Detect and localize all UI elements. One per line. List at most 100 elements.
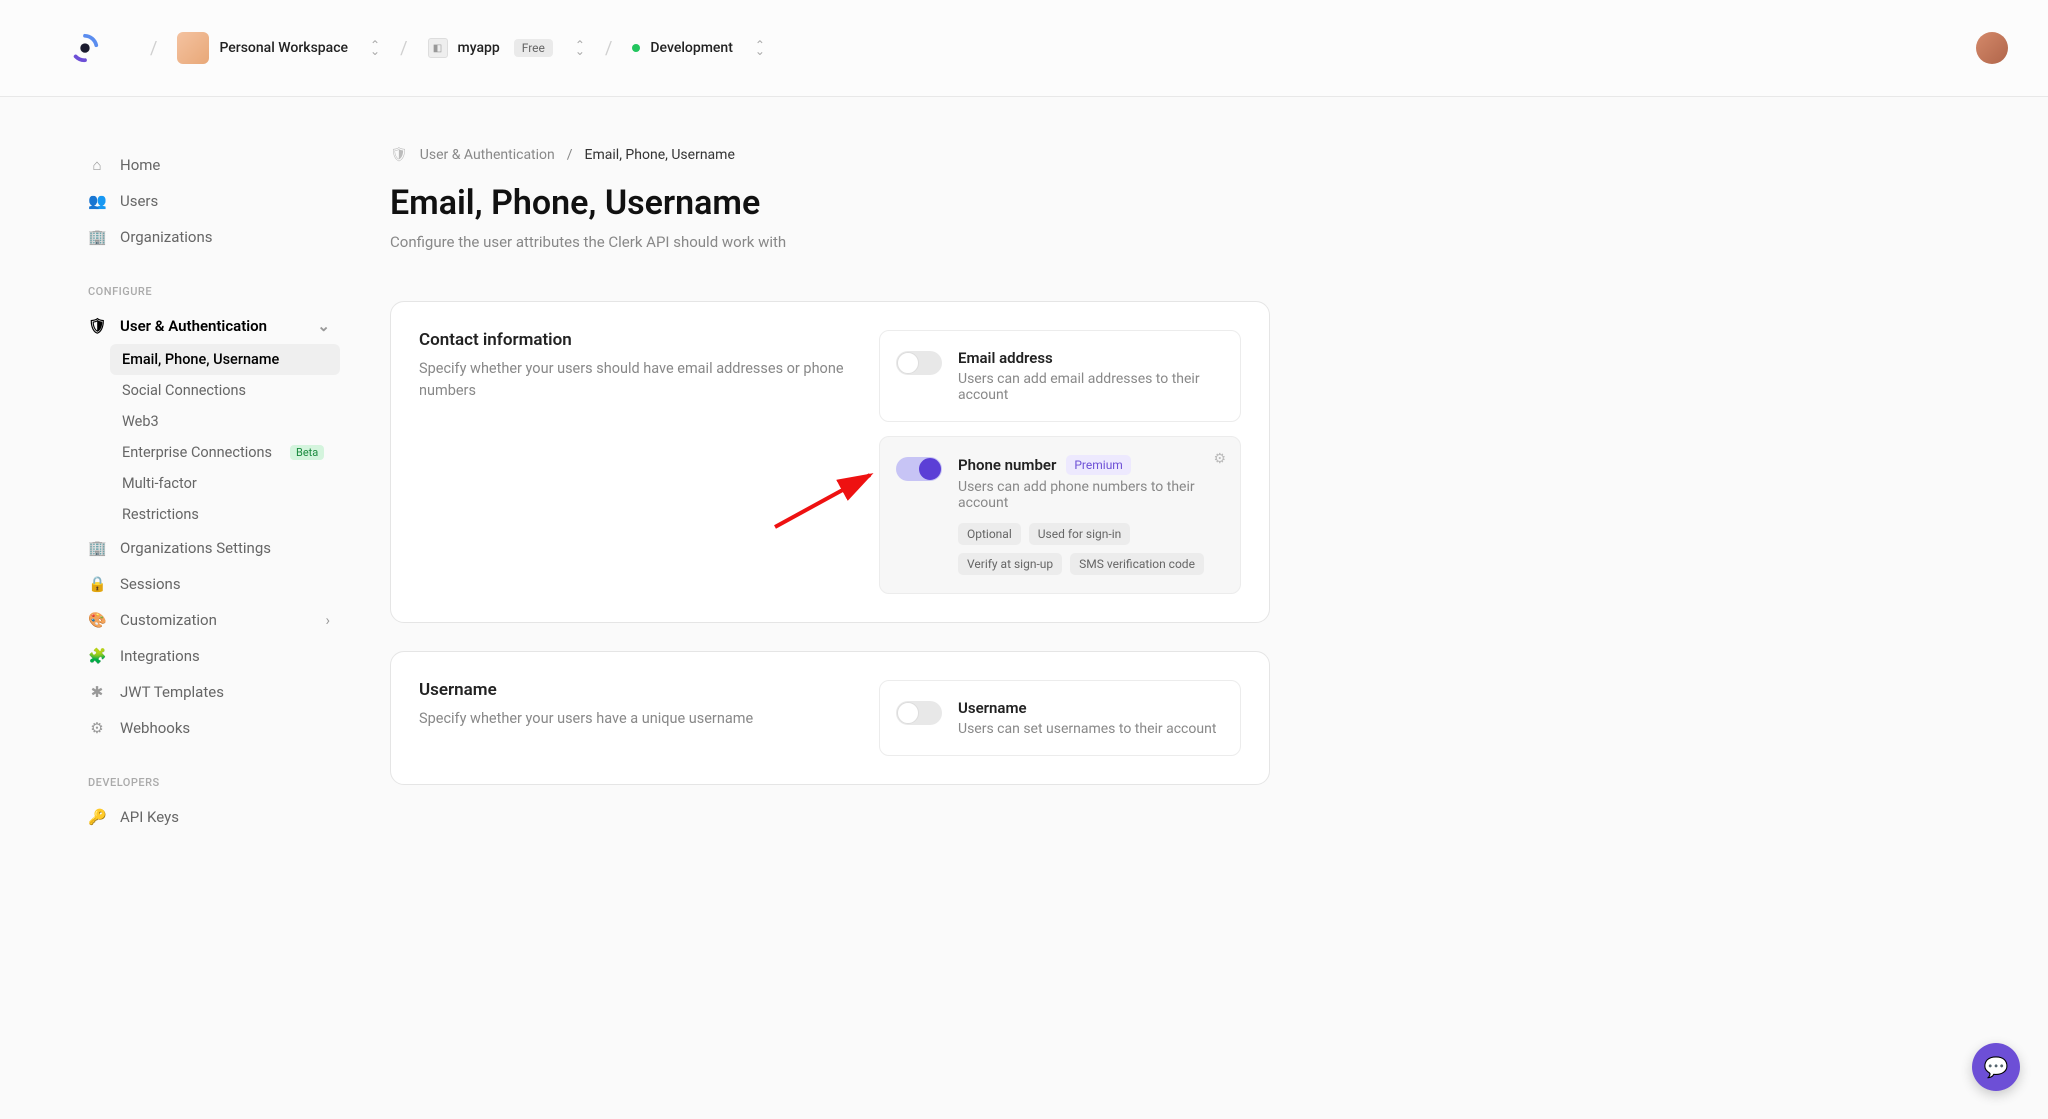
- env-label: Development: [650, 40, 732, 56]
- topbar: / Personal Workspace ⌃⌄ / ◧ myapp Free ⌃…: [0, 0, 2048, 97]
- separator: /: [567, 147, 573, 163]
- sidebar-item-label: Sessions: [120, 575, 181, 593]
- panel-contact-information: Contact information Specify whether your…: [390, 301, 1270, 623]
- sidebar-item-label: Customization: [120, 611, 217, 629]
- separator: /: [400, 38, 407, 59]
- option-tag: Used for sign-in: [1029, 523, 1130, 545]
- chevron-right-icon: ›: [325, 611, 330, 629]
- environment-switcher[interactable]: Development ⌃⌄: [632, 40, 765, 56]
- workspace-label: Personal Workspace: [219, 40, 348, 56]
- sidebar-sub-social-connections[interactable]: Social Connections: [110, 375, 340, 406]
- webhook-icon: ⚙: [88, 719, 106, 737]
- chevron-updown-icon: ⌃⌄: [575, 42, 585, 54]
- workspace-avatar: [177, 32, 209, 64]
- sidebar-item-label: Enterprise Connections: [122, 444, 272, 461]
- app-switcher[interactable]: ◧ myapp Free ⌃⌄: [428, 38, 585, 58]
- key-icon: 🔑: [88, 808, 106, 826]
- users-icon: 👥: [88, 192, 106, 210]
- panel-username: Username Specify whether your users have…: [390, 651, 1270, 785]
- panel-desc: Specify whether your users have a unique…: [419, 708, 849, 730]
- sidebar-item-api-keys[interactable]: 🔑 API Keys: [78, 799, 340, 835]
- option-phone-number: Phone number Premium Users can add phone…: [879, 436, 1241, 594]
- sidebar-item-label: API Keys: [120, 808, 179, 826]
- gear-icon[interactable]: ⚙: [1213, 451, 1226, 467]
- sidebar-heading-configure: CONFIGURE: [78, 285, 340, 308]
- sidebar-item-label: Web3: [122, 413, 159, 430]
- premium-badge: Premium: [1066, 455, 1130, 475]
- toggle-username[interactable]: [896, 701, 942, 725]
- lock-icon: 🔒: [88, 575, 106, 593]
- sidebar-item-label: Webhooks: [120, 719, 190, 737]
- toggle-email-address[interactable]: [896, 351, 942, 375]
- sidebar-item-sessions[interactable]: 🔒 Sessions: [78, 566, 340, 602]
- sidebar-sub-email-phone-username[interactable]: Email, Phone, Username: [110, 344, 340, 375]
- sidebar-heading-developers: DEVELOPERS: [78, 776, 340, 799]
- sidebar-item-jwt-templates[interactable]: ✱ JWT Templates: [78, 674, 340, 710]
- page-title: Email, Phone, Username: [390, 183, 1270, 223]
- plan-badge: Free: [514, 39, 553, 57]
- sidebar-item-users[interactable]: 👥 Users: [78, 183, 340, 219]
- sidebar-item-label: Social Connections: [122, 382, 246, 399]
- sidebar-sub-enterprise-connections[interactable]: Enterprise Connections Beta: [110, 437, 340, 468]
- sidebar-sub-restrictions[interactable]: Restrictions: [110, 499, 340, 530]
- sidebar-item-label: User & Authentication: [120, 317, 267, 335]
- clerk-logo-icon[interactable]: [70, 33, 100, 63]
- sidebar-item-organizations[interactable]: 🏢 Organizations: [78, 219, 340, 255]
- sidebar-item-org-settings[interactable]: 🏢 Organizations Settings: [78, 530, 340, 566]
- building-icon: 🏢: [88, 539, 106, 557]
- panel-title: Contact information: [419, 330, 849, 350]
- page-subtitle: Configure the user attributes the Clerk …: [390, 233, 1270, 251]
- sidebar-sub-multi-factor[interactable]: Multi-factor: [110, 468, 340, 499]
- chevron-updown-icon: ⌃⌄: [755, 42, 765, 54]
- option-title: Username: [958, 699, 1027, 717]
- option-desc: Users can add email addresses to their a…: [958, 371, 1222, 403]
- toggle-phone-number[interactable]: [896, 457, 942, 481]
- option-desc: Users can add phone numbers to their acc…: [958, 479, 1222, 511]
- option-tags: Optional Used for sign-in Verify at sign…: [958, 523, 1222, 575]
- beta-badge: Beta: [290, 445, 324, 460]
- main-content: 🛡 User & Authentication / Email, Phone, …: [370, 97, 1390, 885]
- sidebar-item-label: Organizations Settings: [120, 539, 271, 557]
- breadcrumb: 🛡 User & Authentication / Email, Phone, …: [390, 147, 1270, 163]
- option-tag: SMS verification code: [1070, 553, 1204, 575]
- option-tag: Optional: [958, 523, 1021, 545]
- sidebar-sub-web3[interactable]: Web3: [110, 406, 340, 437]
- sidebar-item-label: Integrations: [120, 647, 200, 665]
- sidebar-item-integrations[interactable]: 🧩 Integrations: [78, 638, 340, 674]
- puzzle-icon: 🧩: [88, 647, 106, 665]
- sidebar-item-customization[interactable]: 🎨 Customization ›: [78, 602, 340, 638]
- home-icon: ⌂: [88, 156, 106, 174]
- option-email-address: Email address Users can add email addres…: [879, 330, 1241, 422]
- workspace-switcher[interactable]: Personal Workspace ⌃⌄: [177, 32, 380, 64]
- panel-title: Username: [419, 680, 849, 700]
- user-avatar[interactable]: [1976, 32, 2008, 64]
- option-desc: Users can set usernames to their account: [958, 721, 1222, 737]
- sidebar-item-label: Email, Phone, Username: [122, 351, 279, 368]
- breadcrumb-parent[interactable]: User & Authentication: [420, 147, 555, 163]
- breadcrumb-current: Email, Phone, Username: [585, 147, 735, 163]
- option-title: Phone number: [958, 456, 1056, 474]
- panel-desc: Specify whether your users should have e…: [419, 358, 849, 402]
- building-icon: 🏢: [88, 228, 106, 246]
- sidebar-item-label: Home: [120, 156, 160, 174]
- sidebar-item-user-auth[interactable]: 🛡 User & Authentication ⌄: [78, 308, 340, 344]
- sidebar-item-home[interactable]: ⌂ Home: [78, 147, 340, 183]
- app-label: myapp: [458, 40, 500, 56]
- option-tag: Verify at sign-up: [958, 553, 1062, 575]
- sidebar: ⌂ Home 👥 Users 🏢 Organizations CONFIGURE…: [0, 97, 370, 885]
- palette-icon: 🎨: [88, 611, 106, 629]
- separator: /: [150, 38, 157, 59]
- sidebar-item-webhooks[interactable]: ⚙ Webhooks: [78, 710, 340, 746]
- sidebar-item-label: Organizations: [120, 228, 213, 246]
- option-title: Email address: [958, 349, 1053, 367]
- chevron-down-icon: ⌄: [317, 317, 330, 335]
- sidebar-submenu-user-auth: Email, Phone, Username Social Connection…: [78, 344, 340, 530]
- chat-support-button[interactable]: 💬: [1972, 1043, 2020, 1091]
- shield-icon: 🛡: [390, 147, 408, 163]
- app-icon: ◧: [428, 38, 448, 58]
- sidebar-item-label: Multi-factor: [122, 475, 197, 492]
- shield-icon: 🛡: [88, 317, 106, 335]
- sidebar-item-label: Restrictions: [122, 506, 199, 523]
- chat-icon: 💬: [1984, 1055, 2009, 1079]
- env-status-dot: [632, 44, 640, 52]
